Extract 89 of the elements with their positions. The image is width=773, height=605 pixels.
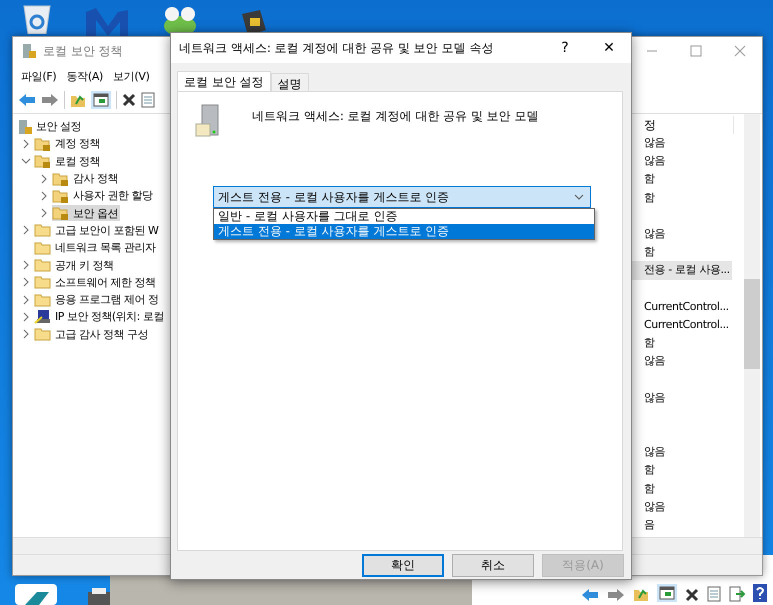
list-cell[interactable]: 함: [632, 480, 732, 498]
tree-item[interactable]: 고급 감사 정책 구성: [34, 326, 150, 342]
server-lock-icon: [17, 118, 33, 135]
expand-chevron-icon[interactable]: [21, 260, 31, 270]
list-cell[interactable]: 함: [632, 461, 732, 480]
back-icon[interactable]: [581, 588, 599, 602]
folder-icon: [34, 274, 52, 290]
list-cell[interactable]: 함: [632, 334, 732, 352]
locked-folder-icon: [52, 205, 70, 222]
tree-item[interactable]: 감사 정책: [52, 170, 120, 187]
forward-icon[interactable]: [41, 93, 59, 107]
properties-icon[interactable]: [141, 92, 155, 108]
list-cell[interactable]: 않음: [632, 498, 732, 516]
tree-item[interactable]: 고급 보안이 포함된 W: [34, 222, 160, 238]
list-cell[interactable]: 함: [632, 170, 732, 189]
tab[interactable]: 설명: [270, 73, 309, 91]
tree-item[interactable]: 소프트웨어 제한 정책: [34, 274, 158, 290]
expand-chevron-icon[interactable]: [39, 208, 49, 218]
help-icon[interactable]: [753, 584, 767, 602]
menu-item[interactable]: 동작(A): [66, 68, 104, 84]
list-cell[interactable]: CurrentControl...: [632, 298, 732, 316]
printer-icon[interactable]: [88, 588, 110, 605]
dropdown-field[interactable]: 게스트 전용 - 로컬 사용자를 게스트로 인증: [213, 186, 591, 208]
delete-icon[interactable]: [685, 588, 699, 602]
list-cell[interactable]: 않음: [632, 388, 732, 407]
folder-icon: [34, 292, 52, 308]
collapse-chevron-icon[interactable]: [21, 156, 31, 166]
computer-key-icon: [34, 308, 52, 325]
help-button[interactable]: ?: [543, 33, 587, 63]
expand-chevron-icon[interactable]: [21, 329, 31, 340]
tree-item[interactable]: 사용자 권한 할당: [52, 188, 154, 204]
dropdown-option[interactable]: 일반 - 로컬 사용자를 그대로 인증: [214, 209, 594, 224]
close-button[interactable]: ✕: [587, 33, 631, 63]
scrollbar[interactable]: [744, 114, 760, 537]
dropdown-option[interactable]: 게스트 전용 - 로컬 사용자를 게스트로 인증: [214, 224, 594, 239]
list-cell[interactable]: 않음: [632, 352, 732, 370]
dialog-title: 네트워크 액세스: 로컬 계정에 대한 공유 및 보안 모델 속성: [179, 40, 494, 56]
chevron-down-icon: [574, 193, 584, 201]
expand-chevron-icon[interactable]: [21, 138, 31, 149]
list-cell[interactable]: CurrentControl...: [632, 316, 732, 334]
tree-item[interactable]: IP 보안 정책(위치: 로컬: [34, 308, 166, 325]
locked-folder-icon: [52, 170, 70, 187]
locked-folder-icon: [34, 153, 52, 170]
list-cell[interactable]: 음: [632, 516, 732, 534]
expand-chevron-icon[interactable]: [21, 225, 31, 236]
scrollbar-thumb[interactable]: [744, 279, 760, 369]
locked-folder-icon: [52, 188, 70, 204]
folder-icon: [34, 326, 52, 342]
policy-heading: 네트워크 액세스: 로컬 계정에 대한 공유 및 보안 모델: [252, 108, 539, 125]
tree-item[interactable]: 보안 설정: [17, 118, 83, 135]
list-cell[interactable]: 함: [632, 243, 732, 262]
tree-item[interactable]: 응용 프로그램 제어 정: [34, 292, 160, 308]
expand-chevron-icon[interactable]: [21, 312, 31, 322]
menu-item[interactable]: 파일(F): [21, 68, 56, 84]
back-icon[interactable]: [18, 93, 36, 107]
list-cell[interactable]: 않음: [632, 443, 732, 462]
app-icon: [21, 43, 37, 59]
app-icon[interactable]: [15, 584, 57, 605]
list-cell[interactable]: 않음: [632, 152, 732, 170]
expand-chevron-icon[interactable]: [21, 294, 31, 305]
delete-icon[interactable]: [122, 93, 136, 107]
list-cell[interactable]: 않음: [632, 224, 732, 244]
folder-icon: [34, 222, 52, 238]
tree-item[interactable]: 보안 옵션: [52, 205, 120, 222]
window-title: 로컬 보안 정책: [43, 42, 123, 60]
dialog-button[interactable]: 확인: [362, 554, 444, 576]
folder-icon: [34, 257, 52, 274]
list-cell[interactable]: 않음: [632, 134, 732, 152]
server-icon: [194, 104, 220, 138]
list-cell[interactable]: 전용 - 로컬 사용...: [632, 261, 732, 280]
dialog-button[interactable]: 취소: [452, 554, 534, 576]
list-cell[interactable]: 함: [632, 188, 732, 207]
tree-item[interactable]: 계정 정책: [34, 136, 102, 152]
folder-icon: [34, 240, 52, 256]
tree-pane-icon[interactable]: [657, 584, 677, 602]
properties-icon[interactable]: [707, 586, 721, 602]
tab[interactable]: 로컬 보안 설정: [177, 71, 271, 91]
tree-item[interactable]: 공개 키 정책: [34, 257, 116, 274]
tree-item[interactable]: 로컬 정책: [34, 153, 102, 170]
export-icon[interactable]: [729, 586, 745, 602]
tree-item[interactable]: 네트워크 목록 관리자: [34, 240, 158, 256]
app-icon[interactable]: [162, 4, 198, 34]
menu-item[interactable]: 보기(V): [113, 68, 150, 84]
locked-folder-icon: [34, 136, 52, 152]
expand-chevron-icon[interactable]: [39, 174, 49, 184]
tree-pane-icon[interactable]: [91, 91, 111, 109]
forward-icon[interactable]: [607, 588, 625, 602]
expand-chevron-icon[interactable]: [39, 190, 49, 201]
expand-chevron-icon[interactable]: [21, 277, 31, 288]
